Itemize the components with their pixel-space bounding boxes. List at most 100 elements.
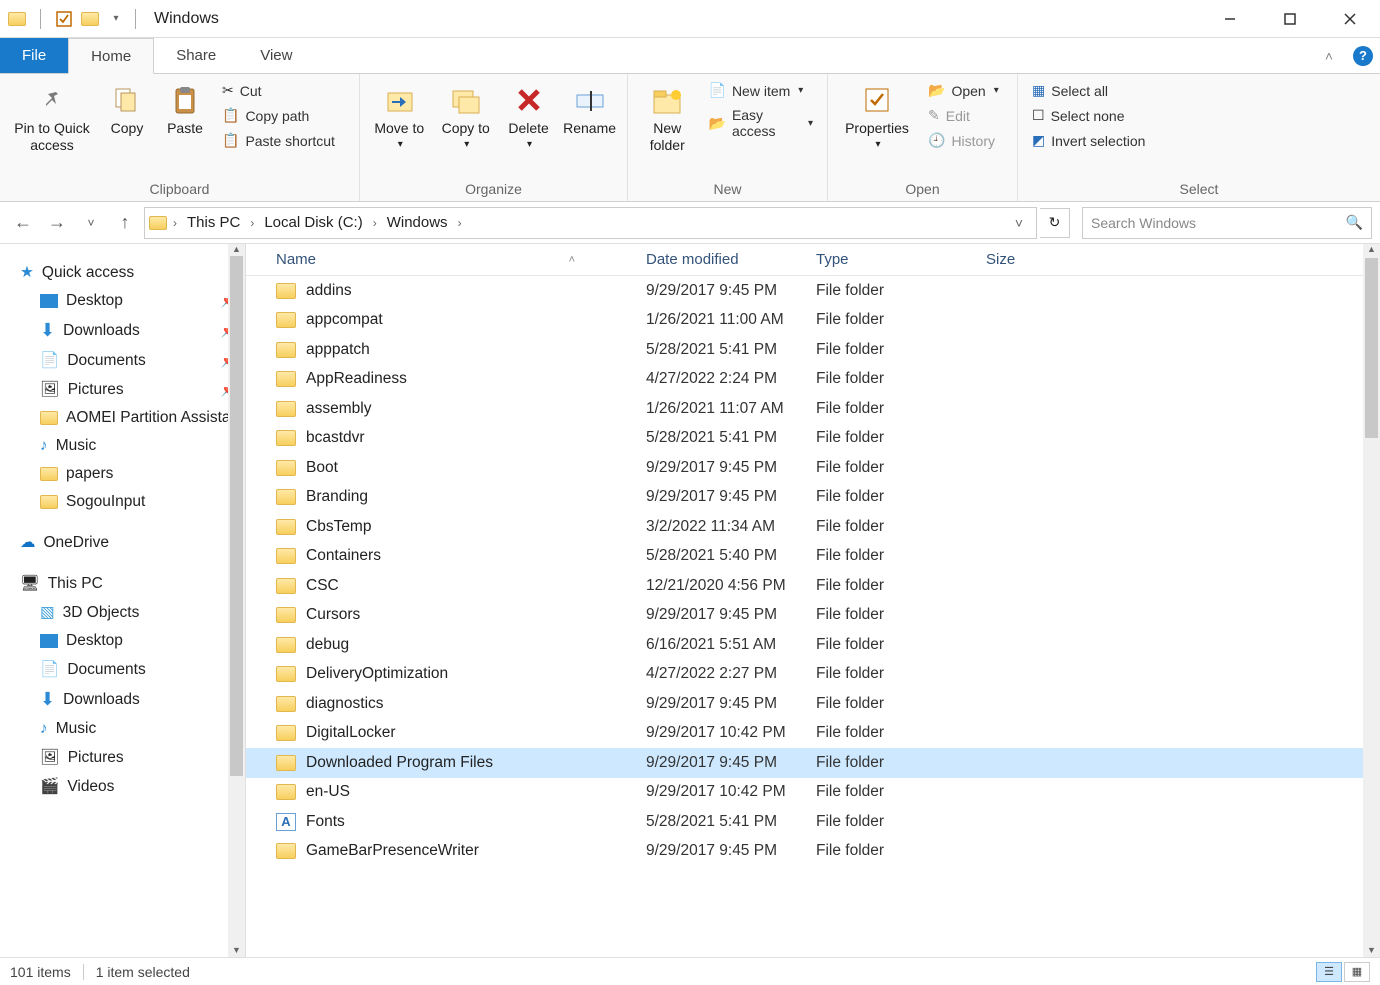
sidebar-scrollbar[interactable]: ▲▼ <box>228 244 245 957</box>
tab-file[interactable]: File <box>0 38 68 73</box>
tab-view[interactable]: View <box>238 38 314 73</box>
tree-pictures[interactable]: 🖼Pictures📌 <box>0 375 245 404</box>
address-dropdown-button[interactable]: ˅ <box>1006 215 1032 231</box>
minimize-button[interactable] <box>1200 0 1260 38</box>
tree-music[interactable]: ♪Music <box>0 432 245 460</box>
file-row[interactable]: CbsTemp3/2/2022 11:34 AMFile folder <box>246 512 1380 542</box>
tree-this-pc[interactable]: 🖥This PC <box>0 569 245 598</box>
breadcrumb-this-pc[interactable]: This PC <box>183 214 244 231</box>
qat-dropdown-icon[interactable]: ▾ <box>105 8 127 30</box>
new-folder-icon <box>649 82 685 118</box>
forward-button[interactable]: → <box>42 208 72 238</box>
easy-access-button[interactable]: 📂Easy access▾ <box>705 105 818 141</box>
copy-button[interactable]: Copy <box>102 78 152 137</box>
tree-quick-access[interactable]: ★Quick access <box>0 258 245 287</box>
tree-aomei[interactable]: AOMEI Partition Assista <box>0 404 245 432</box>
file-row[interactable]: bcastdvr5/28/2021 5:41 PMFile folder <box>246 424 1380 454</box>
tree-pictures2[interactable]: 🖼Pictures <box>0 743 245 772</box>
file-row[interactable]: Containers5/28/2021 5:40 PMFile folder <box>246 542 1380 572</box>
file-row[interactable]: en-US9/29/2017 10:42 PMFile folder <box>246 778 1380 808</box>
copy-path-button[interactable]: 📋Copy path <box>218 105 339 126</box>
content-scrollbar[interactable]: ▲▼ <box>1363 244 1380 957</box>
move-to-button[interactable]: Move to▾ <box>370 78 428 151</box>
delete-button[interactable]: Delete▾ <box>503 78 554 151</box>
tab-home[interactable]: Home <box>68 38 154 74</box>
file-name: CSC <box>306 577 339 595</box>
file-name: AppReadiness <box>306 370 407 388</box>
file-row[interactable]: diagnostics9/29/2017 9:45 PMFile folder <box>246 689 1380 719</box>
file-row[interactable]: CSC12/21/2020 4:56 PMFile folder <box>246 571 1380 601</box>
tree-desktop[interactable]: Desktop📌 <box>0 287 245 315</box>
file-type: File folder <box>806 282 976 300</box>
cut-button[interactable]: ✂Cut <box>218 80 339 101</box>
select-all-button[interactable]: ▦Select all <box>1028 80 1149 101</box>
column-date[interactable]: Date modified <box>636 244 806 275</box>
chevron-right-icon[interactable]: › <box>458 216 462 230</box>
tree-onedrive[interactable]: ☁OneDrive <box>0 528 245 557</box>
tree-documents2[interactable]: 📄Documents <box>0 655 245 684</box>
tree-downloads[interactable]: ⬇Downloads📌 <box>0 315 245 346</box>
file-date: 9/29/2017 10:42 PM <box>636 783 806 801</box>
tree-desktop2[interactable]: Desktop <box>0 627 245 655</box>
file-row[interactable]: apppatch5/28/2021 5:41 PMFile folder <box>246 335 1380 365</box>
recent-locations-button[interactable]: ˅ <box>76 208 106 238</box>
downloads-icon: ⬇ <box>40 320 55 341</box>
rename-button[interactable]: Rename <box>562 78 617 137</box>
file-row[interactable]: AppReadiness4/27/2022 2:24 PMFile folder <box>246 365 1380 395</box>
open-button[interactable]: 📂Open▾ <box>924 80 1003 101</box>
view-large-icons-button[interactable]: ▦ <box>1344 962 1370 982</box>
tree-downloads2[interactable]: ⬇Downloads <box>0 684 245 715</box>
ribbon-collapse-button[interactable]: ˄ <box>1312 38 1346 73</box>
chevron-right-icon[interactable]: › <box>173 216 177 230</box>
tab-share[interactable]: Share <box>154 38 238 73</box>
tree-videos[interactable]: 🎬Videos <box>0 772 245 801</box>
breadcrumb-folder[interactable]: Windows <box>383 214 452 231</box>
close-button[interactable] <box>1320 0 1380 38</box>
file-date: 6/16/2021 5:51 AM <box>636 636 806 654</box>
file-name: en-US <box>306 783 350 801</box>
view-details-button[interactable]: ☰ <box>1316 962 1342 982</box>
select-none-button[interactable]: ☐Select none <box>1028 105 1149 126</box>
up-button[interactable]: ↑ <box>110 208 140 238</box>
file-row[interactable]: Downloaded Program Files9/29/2017 9:45 P… <box>246 748 1380 778</box>
paste-shortcut-button[interactable]: 📋Paste shortcut <box>218 130 339 151</box>
breadcrumb-drive[interactable]: Local Disk (C:) <box>260 214 366 231</box>
file-row[interactable]: Cursors9/29/2017 9:45 PMFile folder <box>246 601 1380 631</box>
invert-selection-button[interactable]: ◩Invert selection <box>1028 130 1149 151</box>
pin-to-quick-access-button[interactable]: Pin to Quick access <box>10 78 94 154</box>
file-row[interactable]: DigitalLocker9/29/2017 10:42 PMFile fold… <box>246 719 1380 749</box>
qat-properties-icon[interactable] <box>53 8 75 30</box>
file-row[interactable]: addins9/29/2017 9:45 PMFile folder <box>246 276 1380 306</box>
file-row[interactable]: Boot9/29/2017 9:45 PMFile folder <box>246 453 1380 483</box>
file-row[interactable]: appcompat1/26/2021 11:00 AMFile folder <box>246 306 1380 336</box>
column-name[interactable]: Name˄ <box>266 244 636 275</box>
tree-papers[interactable]: papers <box>0 460 245 488</box>
file-row[interactable]: Branding9/29/2017 9:45 PMFile folder <box>246 483 1380 513</box>
tree-music2[interactable]: ♪Music <box>0 715 245 743</box>
chevron-right-icon[interactable]: › <box>373 216 377 230</box>
file-row[interactable]: DeliveryOptimization4/27/2022 2:27 PMFil… <box>246 660 1380 690</box>
file-row[interactable]: GameBarPresenceWriter9/29/2017 9:45 PMFi… <box>246 837 1380 867</box>
copy-to-button[interactable]: Copy to▾ <box>436 78 494 151</box>
maximize-button[interactable] <box>1260 0 1320 38</box>
new-item-button[interactable]: 📄New item▾ <box>705 80 818 101</box>
back-button[interactable]: ← <box>8 208 38 238</box>
tree-sogou[interactable]: SogouInput <box>0 488 245 516</box>
file-row[interactable]: assembly1/26/2021 11:07 AMFile folder <box>246 394 1380 424</box>
column-type[interactable]: Type <box>806 244 976 275</box>
paste-button[interactable]: Paste <box>160 78 210 137</box>
column-size[interactable]: Size <box>976 244 1076 275</box>
tree-documents[interactable]: 📄Documents📌 <box>0 346 245 375</box>
new-folder-button[interactable]: New folder <box>638 78 697 154</box>
refresh-button[interactable]: ↻ <box>1040 208 1070 238</box>
address-bar[interactable]: › This PC › Local Disk (C:) › Windows › … <box>144 207 1037 239</box>
help-button[interactable]: ? <box>1346 38 1380 73</box>
search-box[interactable]: Search Windows 🔍 <box>1082 207 1372 239</box>
properties-button[interactable]: Properties▾ <box>838 78 916 151</box>
chevron-right-icon[interactable]: › <box>250 216 254 230</box>
file-list: addins9/29/2017 9:45 PMFile folderappcom… <box>246 276 1380 957</box>
file-row[interactable]: debug6/16/2021 5:51 AMFile folder <box>246 630 1380 660</box>
file-row[interactable]: AFonts5/28/2021 5:41 PMFile folder <box>246 807 1380 837</box>
tree-3d-objects[interactable]: ▧3D Objects <box>0 598 245 627</box>
qat-folder-icon[interactable] <box>79 8 101 30</box>
